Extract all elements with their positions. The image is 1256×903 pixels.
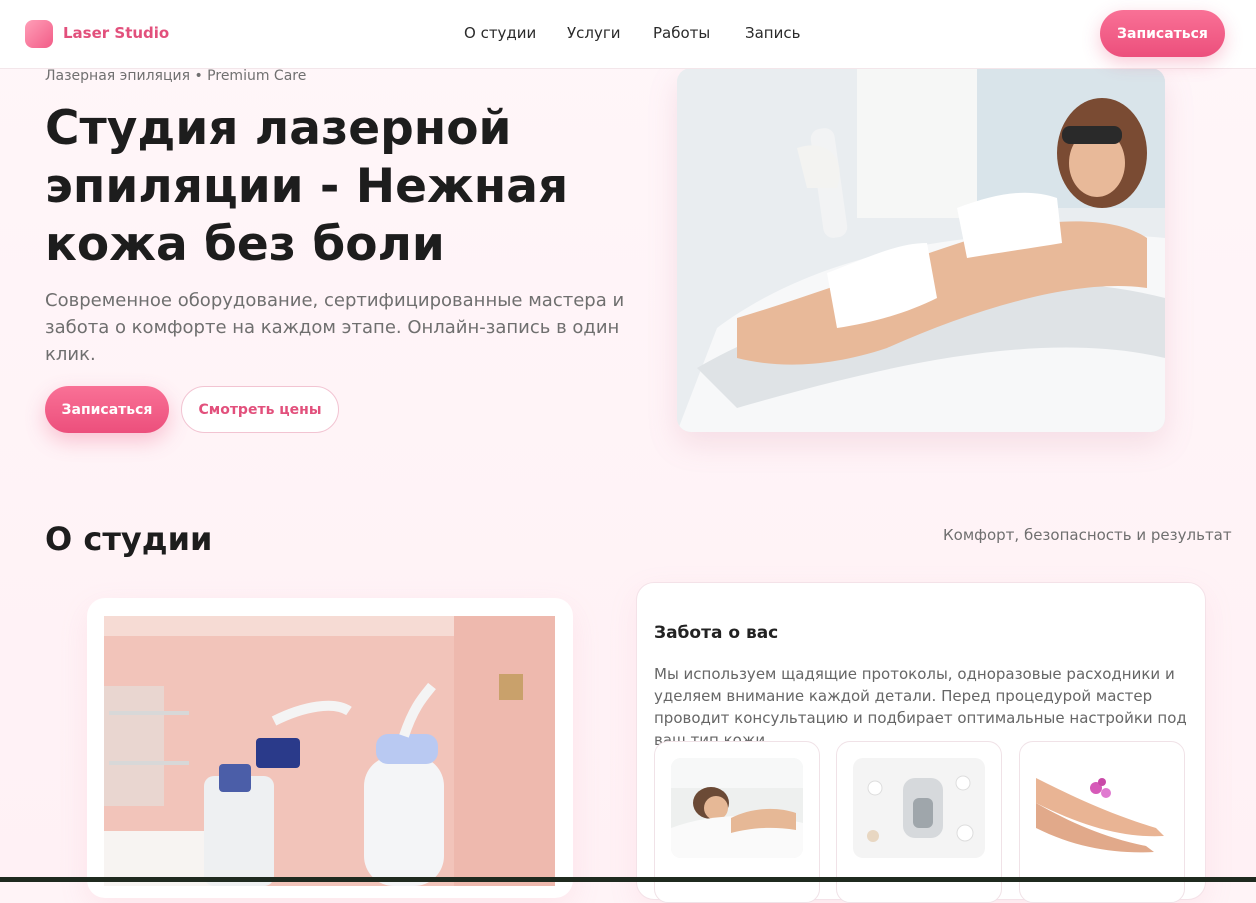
- header-signup-button[interactable]: Записаться: [1100, 10, 1225, 57]
- site-header: Laser Studio О студии Услуги Работы Запи…: [0, 0, 1256, 69]
- nav-link-works[interactable]: Работы: [653, 24, 710, 42]
- feature-photo-relax: [671, 758, 803, 858]
- care-text: Мы используем щадящие протоколы, однораз…: [654, 665, 1187, 749]
- hero-eyebrow: Лазерная эпиляция • Premium Care: [45, 68, 307, 84]
- relax-illustration: [671, 758, 803, 858]
- studio-room-photo: [104, 616, 555, 886]
- laser-procedure-illustration: [677, 68, 1165, 432]
- cosmetics-illustration: [853, 758, 985, 858]
- logo-text[interactable]: Laser Studio: [63, 24, 169, 42]
- bottom-edge-strip: [0, 877, 1256, 882]
- studio-room-illustration: [104, 616, 555, 886]
- view-prices-button[interactable]: Смотреть цены: [181, 386, 339, 433]
- feature-photo-legs: [1036, 758, 1168, 858]
- nav-link-about[interactable]: О студии: [464, 24, 536, 42]
- feature-photo-cosmetics: [853, 758, 985, 858]
- care-title: Забота о вас: [654, 623, 779, 643]
- nav-link-booking[interactable]: Запись: [745, 24, 800, 42]
- nav-link-services[interactable]: Услуги: [567, 24, 620, 42]
- legs-illustration: [1036, 758, 1168, 858]
- logo-icon[interactable]: [25, 20, 53, 48]
- hero-subtitle: Современное оборудование, сертифицирован…: [45, 290, 625, 365]
- hero-photo: [677, 68, 1165, 432]
- about-tagline: Комфорт, безопасность и результат: [943, 526, 1232, 544]
- hero-signup-button[interactable]: Записаться: [45, 386, 169, 433]
- about-section-title: О студии: [45, 520, 213, 558]
- hero-title: Студия лазерной эпиляции - Нежная кожа б…: [45, 101, 569, 272]
